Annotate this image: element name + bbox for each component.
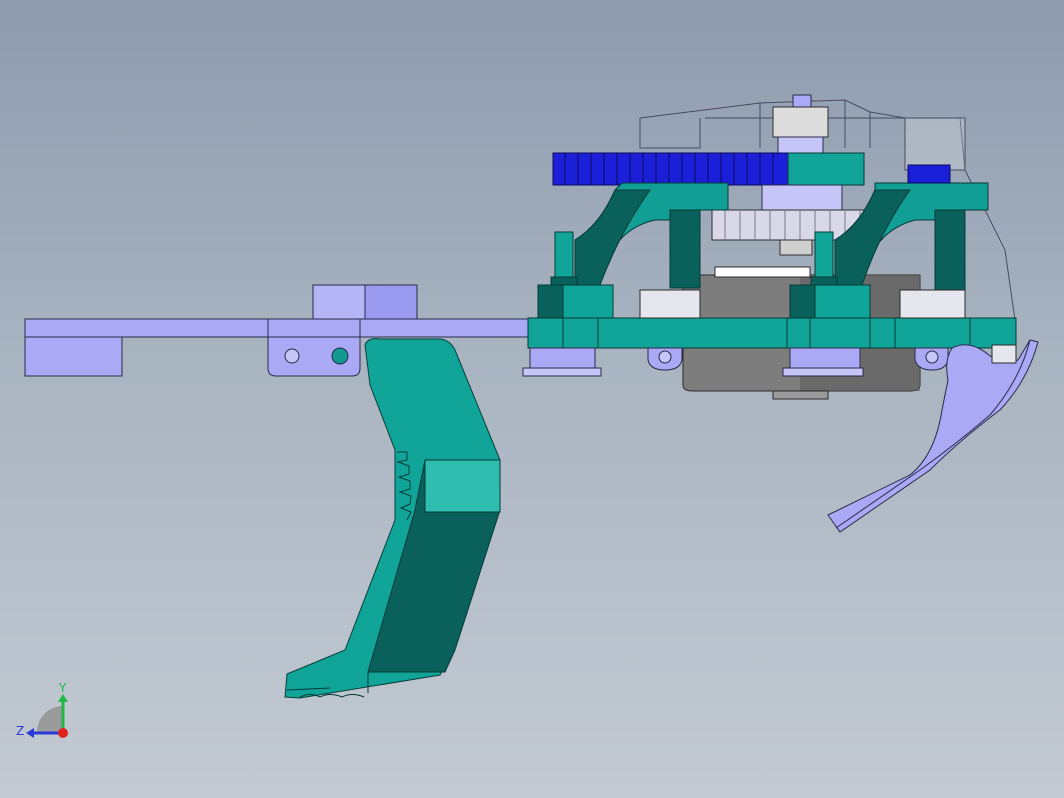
- triad-y-label: Y: [58, 681, 67, 695]
- triad-y-arrow: [58, 694, 68, 702]
- pillar-left-spacer: [529, 347, 596, 369]
- triad-x-dot: [58, 728, 68, 738]
- arm-right-bolt: [907, 164, 951, 184]
- shaft-collar-2: [777, 136, 824, 155]
- housing-inner-window: [714, 266, 811, 278]
- rail-top-block-left[interactable]: [312, 284, 366, 320]
- top-shaft[interactable]: [772, 94, 829, 155]
- triad-z-arrow: [26, 728, 34, 738]
- spur-gear-upper: [761, 184, 843, 211]
- plate-window-right: [899, 289, 966, 319]
- spur-gear-hub: [779, 239, 813, 256]
- rail-bar[interactable]: [24, 318, 536, 338]
- triad-arc: [37, 706, 63, 732]
- arm-right-web: [934, 209, 966, 291]
- arm-right-shade: [834, 189, 911, 286]
- shaft-collar[interactable]: [772, 106, 829, 138]
- shaft-cap: [792, 94, 812, 108]
- plate-window-left: [639, 289, 701, 319]
- triad-z-label: Z: [16, 724, 24, 738]
- left-claw[interactable]: [284, 338, 501, 699]
- bracket-hole-left: [284, 348, 300, 364]
- rail-top-block-right[interactable]: [364, 284, 418, 320]
- teal-arm-left[interactable]: [574, 182, 729, 289]
- bracket-hole-right: [331, 347, 349, 365]
- model-scene[interactable]: Y Z: [0, 0, 1064, 798]
- base-plate-top[interactable]: [527, 317, 1017, 349]
- arm-left-web: [669, 209, 701, 289]
- housing-shaft-stub: [772, 390, 829, 400]
- gear-hub-teal[interactable]: [787, 152, 865, 186]
- blue-gear[interactable]: [552, 152, 865, 186]
- gear-body[interactable]: [552, 152, 791, 186]
- arm-left-shade: [574, 189, 651, 286]
- claw-highlight: [424, 459, 501, 513]
- rail-end-block[interactable]: [24, 336, 123, 377]
- cad-viewport[interactable]: Y Z: [0, 0, 1064, 798]
- pillar-right-spacer: [789, 347, 861, 369]
- axis-triad: Y Z: [16, 681, 68, 738]
- hook-clip: [991, 344, 1017, 364]
